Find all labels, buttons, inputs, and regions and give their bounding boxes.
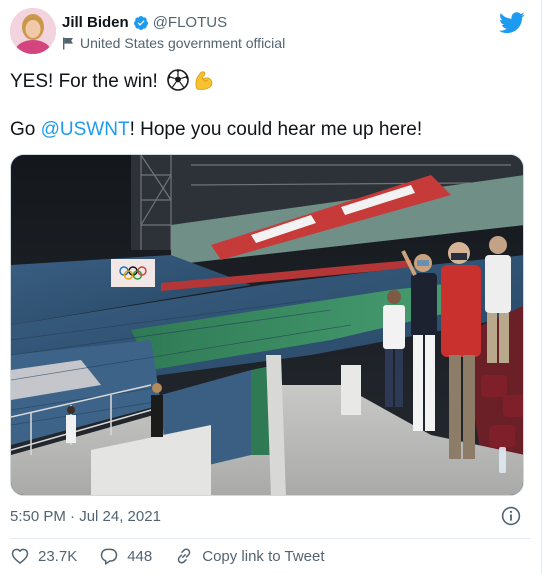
like-count: 23.7K <box>38 547 78 565</box>
avatar[interactable] <box>10 8 56 54</box>
government-label-row: United States government official <box>62 35 285 51</box>
link-icon <box>177 548 191 564</box>
verified-badge-icon <box>133 15 148 30</box>
mention-link[interactable]: @USWNT <box>41 119 130 140</box>
tweet-text-line-2: Go @USWNT! Hope you could hear me up her… <box>10 118 422 142</box>
twitter-bird-icon[interactable] <box>499 12 525 34</box>
like-button[interactable]: 23.7K <box>10 546 77 566</box>
reply-bubble-icon <box>100 548 118 565</box>
tweet-text-line-1: YES! For the win! <box>10 69 215 94</box>
author-handle[interactable]: @FLOTUS <box>153 14 227 31</box>
flag-icon <box>63 37 73 49</box>
government-label: United States government official <box>80 35 286 51</box>
tweet-timestamp[interactable]: 5:50 PM · Jul 24, 2021 <box>10 508 161 525</box>
avatar-image <box>10 8 56 54</box>
tweet-text: YES! For the win! <box>10 71 164 92</box>
reply-count: 448 <box>127 547 153 565</box>
author-row: Jill Biden @FLOTUS <box>62 14 227 31</box>
info-icon[interactable] <box>501 506 521 526</box>
reply-button[interactable]: 448 <box>99 546 152 566</box>
copy-link-button[interactable]: Copy link to Tweet <box>174 546 325 566</box>
tweet-text-suffix: ! Hope you could hear me up here! <box>129 119 423 140</box>
author-display-name[interactable]: Jill Biden <box>62 14 129 31</box>
stadium-photo <box>11 155 523 495</box>
divider <box>10 538 531 539</box>
tweet-actions: 23.7K 448 Copy link to Tweet <box>10 546 347 566</box>
tweet-card: Jill Biden @FLOTUS United States governm… <box>0 0 542 574</box>
flexed-biceps-icon <box>195 71 213 90</box>
tweet-text-prefix: Go <box>10 119 41 140</box>
copy-link-label: Copy link to Tweet <box>202 547 325 565</box>
tweet-photo[interactable] <box>10 154 524 496</box>
soccer-ball-icon <box>167 69 189 91</box>
heart-icon <box>11 548 29 564</box>
